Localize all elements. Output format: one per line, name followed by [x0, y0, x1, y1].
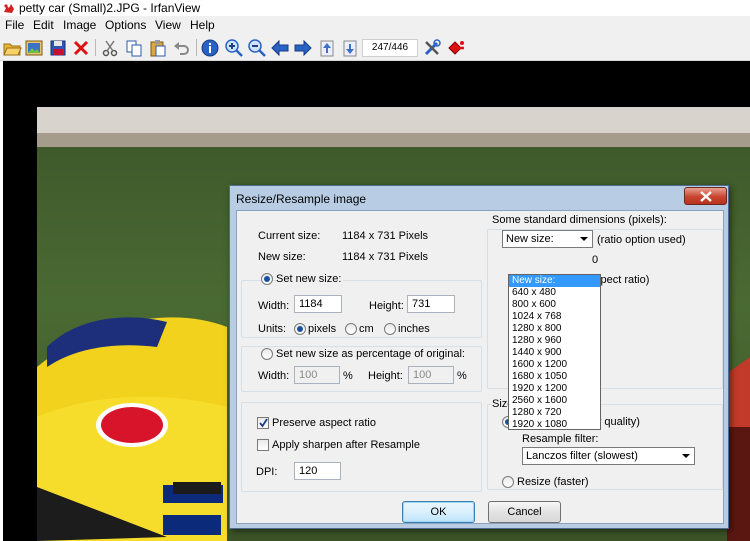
menu-help[interactable]: Help — [190, 18, 215, 32]
dropdown-option[interactable]: 1920 x 1200 — [509, 383, 600, 395]
new-size-label: New size: — [258, 251, 306, 263]
resize-resample-dialog: Resize/Resample image Current size: 1184… — [229, 185, 729, 529]
dropdown-option[interactable]: 1920 x 1080 — [509, 419, 600, 431]
menu-view[interactable]: View — [155, 18, 181, 32]
close-icon — [700, 191, 712, 202]
exit-icon[interactable] — [446, 38, 466, 58]
viewer-edge — [0, 61, 3, 541]
toolbar: 247/446 — [0, 34, 750, 61]
menu-options[interactable]: Options — [105, 18, 146, 32]
percentage-label: Set new size as percentage of original: — [276, 348, 467, 360]
dialog-titlebar: Resize/Resample image — [230, 186, 728, 210]
toolbar-separator — [196, 39, 197, 56]
toolbar-separator — [95, 39, 96, 56]
aspect-ratio-partial-label: spect ratio) — [595, 274, 650, 286]
menu-image[interactable]: Image — [63, 18, 96, 32]
info-icon[interactable] — [200, 38, 220, 58]
next-arrow-icon[interactable] — [293, 38, 313, 58]
page-counter: 247/446 — [362, 39, 418, 57]
checkmark-icon — [259, 418, 268, 428]
set-new-size-label: Set new size: — [276, 273, 344, 285]
dialog-close-button[interactable] — [684, 187, 727, 205]
unit-cm-radio[interactable] — [345, 323, 357, 335]
ok-button[interactable]: OK — [402, 501, 475, 523]
settings-tools-icon[interactable] — [422, 38, 442, 58]
menu-file[interactable]: File — [5, 18, 24, 32]
dropdown-option[interactable]: New size: — [509, 275, 600, 287]
resize-label: Resize (faster) — [517, 476, 589, 488]
current-size-label: Current size: — [258, 230, 321, 242]
resize-radio[interactable] — [502, 476, 514, 488]
dpi-input[interactable]: 120 — [294, 462, 341, 480]
zoom-out-icon[interactable] — [247, 38, 267, 58]
thumbnails-icon[interactable] — [24, 38, 44, 58]
page-down-icon[interactable] — [340, 38, 360, 58]
height-label: Height: — [369, 300, 404, 312]
unit-inches-label: inches — [398, 323, 430, 335]
paste-icon[interactable] — [148, 38, 168, 58]
menu-bar: File Edit Image Options View Help — [0, 16, 750, 34]
dropdown-option[interactable]: 1280 x 720 — [509, 407, 600, 419]
percentage-radio[interactable] — [261, 348, 273, 360]
dropdown-option[interactable]: 1600 x 1200 — [509, 359, 600, 371]
hidden-option-text: 0 — [592, 254, 599, 266]
percent-height-label: Height: — [368, 370, 403, 382]
dropdown-option[interactable]: 1680 x 1050 — [509, 371, 600, 383]
sharpen-label: Apply sharpen after Resample — [272, 439, 420, 451]
window-title: petty car (Small)2.JPG - IrfanView — [19, 1, 201, 15]
unit-pixels-label: pixels — [308, 323, 337, 335]
standard-dimensions-label: Some standard dimensions (pixels): — [492, 214, 667, 226]
dropdown-option[interactable]: 1440 x 900 — [509, 347, 600, 359]
dpi-label: DPI: — [256, 466, 278, 478]
preserve-aspect-label: Preserve aspect ratio — [272, 417, 376, 429]
percent-width-unit: % — [343, 370, 353, 382]
dropdown-option[interactable]: 1280 x 960 — [509, 335, 600, 347]
units-label: Units: — [258, 323, 287, 335]
dropdown-option[interactable]: 1280 x 800 — [509, 323, 600, 335]
height-input[interactable]: 731 — [407, 295, 455, 313]
dropdown-option[interactable]: 1024 x 768 — [509, 311, 600, 323]
delete-icon[interactable] — [71, 38, 91, 58]
current-size-value: 1184 x 731 Pixels — [342, 230, 429, 242]
dropdown-option[interactable]: 800 x 600 — [509, 299, 600, 311]
unit-pixels-radio[interactable] — [294, 323, 306, 335]
copy-icon[interactable] — [124, 38, 144, 58]
percent-height-input[interactable]: 100 — [408, 366, 454, 384]
save-icon[interactable] — [48, 38, 68, 58]
cut-icon[interactable] — [100, 38, 120, 58]
ratio-option-label: (ratio option used) — [597, 234, 686, 246]
unit-inches-radio[interactable] — [384, 323, 396, 335]
sharpen-checkbox[interactable] — [257, 439, 269, 451]
percent-width-label: Width: — [258, 370, 290, 382]
window-titlebar: petty car (Small)2.JPG - IrfanView — [0, 0, 750, 16]
standard-dimensions-dropdown-list: New size: 640 x 480 800 x 600 1024 x 768… — [508, 274, 601, 430]
unit-cm-label: cm — [359, 323, 374, 335]
dialog-title: Resize/Resample image — [236, 192, 367, 206]
page-up-icon[interactable] — [317, 38, 337, 58]
resample-filter-select[interactable]: Lanczos filter (slowest) — [522, 447, 695, 465]
set-new-size-radio[interactable] — [261, 273, 273, 285]
irfanview-app-icon — [4, 4, 14, 13]
preserve-aspect-checkbox[interactable] — [257, 417, 269, 429]
dropdown-option[interactable]: 2560 x 1600 — [509, 395, 600, 407]
open-folder-icon[interactable] — [2, 38, 22, 58]
dialog-body: Current size: 1184 x 731 Pixels New size… — [236, 210, 724, 524]
dropdown-option[interactable]: 640 x 480 — [509, 287, 600, 299]
chevron-down-icon — [682, 454, 690, 458]
standard-dimensions-combo[interactable]: New size: — [502, 230, 593, 248]
previous-arrow-icon[interactable] — [270, 38, 290, 58]
new-size-value: 1184 x 731 Pixels — [342, 251, 429, 263]
chevron-down-icon — [580, 237, 588, 241]
resample-filter-label: Resample filter: — [522, 433, 599, 445]
width-label: Width: — [258, 300, 290, 312]
width-input[interactable]: 1184 — [294, 295, 342, 313]
undo-icon[interactable] — [171, 38, 191, 58]
cancel-button[interactable]: Cancel — [488, 501, 561, 523]
zoom-in-icon[interactable] — [224, 38, 244, 58]
percent-width-input[interactable]: 100 — [294, 366, 340, 384]
menu-edit[interactable]: Edit — [33, 18, 54, 32]
percent-height-unit: % — [457, 370, 467, 382]
